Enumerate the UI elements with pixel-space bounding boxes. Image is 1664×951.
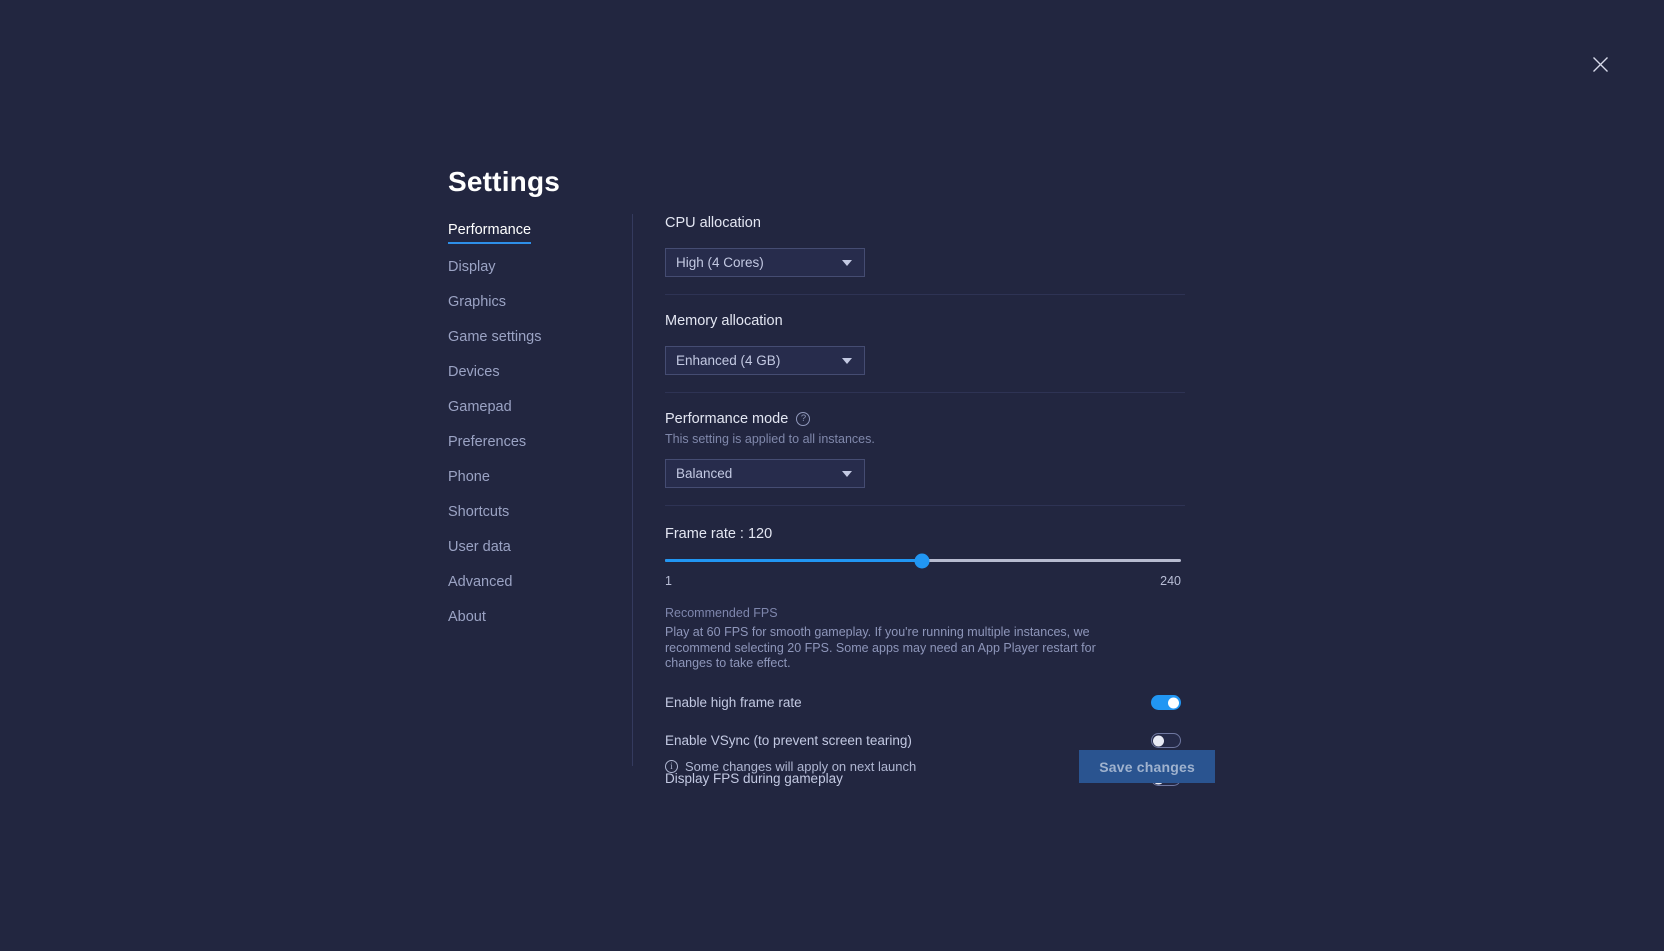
settings-window: Settings Performance Display Graphics Ga… <box>0 0 1664 951</box>
performance-mode-label-text: Performance mode <box>665 410 788 428</box>
cpu-allocation-select[interactable]: High (4 Cores) <box>665 248 865 277</box>
sidebar-item-label: Graphics <box>448 294 506 310</box>
recommended-fps-body: Play at 60 FPS for smooth gameplay. If y… <box>665 625 1145 672</box>
next-launch-note-text: Some changes will apply on next launch <box>685 759 916 774</box>
performance-mode-sublabel: This setting is applied to all instances… <box>665 431 1185 447</box>
sidebar-item-devices[interactable]: Devices <box>448 364 500 384</box>
frame-rate-slider[interactable] <box>665 559 1181 563</box>
settings-sidebar: Performance Display Graphics Game settin… <box>448 222 598 644</box>
cpu-allocation-value: High (4 Cores) <box>676 255 764 270</box>
toggle-label: Enable VSync (to prevent screen tearing) <box>665 733 912 748</box>
footer-bar: i Some changes will apply on next launch… <box>665 750 1215 783</box>
toggle-vsync[interactable] <box>1151 733 1181 748</box>
memory-allocation-value: Enhanced (4 GB) <box>676 353 780 368</box>
cpu-allocation-label: CPU allocation <box>665 214 1185 232</box>
memory-allocation-label: Memory allocation <box>665 312 1185 330</box>
performance-mode-section: Performance mode ? This setting is appli… <box>665 393 1185 506</box>
slider-fill <box>665 559 922 562</box>
slider-range-labels: 1 240 <box>665 574 1181 588</box>
sidebar-item-label: Performance <box>448 222 531 238</box>
sidebar-item-label: Shortcuts <box>448 504 509 520</box>
memory-allocation-select[interactable]: Enhanced (4 GB) <box>665 346 865 375</box>
performance-mode-select[interactable]: Balanced <box>665 459 865 488</box>
frame-rate-section: Frame rate : 120 1 240 Recommended FPS P… <box>665 506 1185 792</box>
sidebar-item-preferences[interactable]: Preferences <box>448 434 526 454</box>
sidebar-item-label: Phone <box>448 469 490 485</box>
memory-allocation-section: Memory allocation Enhanced (4 GB) <box>665 295 1185 393</box>
sidebar-item-label: Preferences <box>448 434 526 450</box>
performance-panel: CPU allocation High (4 Cores) Memory all… <box>665 214 1185 792</box>
slider-thumb[interactable] <box>914 554 929 569</box>
performance-mode-value: Balanced <box>676 466 732 481</box>
sidebar-item-label: User data <box>448 539 511 555</box>
sidebar-item-label: Gamepad <box>448 399 512 415</box>
toggle-knob <box>1168 697 1179 708</box>
sidebar-item-game-settings[interactable]: Game settings <box>448 329 542 349</box>
performance-mode-label: Performance mode ? <box>665 410 1185 428</box>
sidebar-item-label: Advanced <box>448 574 513 590</box>
save-changes-button[interactable]: Save changes <box>1079 750 1215 783</box>
sidebar-item-label: About <box>448 609 486 625</box>
slider-min-label: 1 <box>665 574 672 588</box>
sidebar-item-label: Display <box>448 259 496 275</box>
chevron-down-icon <box>842 471 852 477</box>
toggle-high-frame-rate[interactable] <box>1151 695 1181 710</box>
sidebar-item-display[interactable]: Display <box>448 259 496 279</box>
chevron-down-icon <box>842 358 852 364</box>
toggle-knob <box>1153 735 1164 746</box>
close-button[interactable] <box>1584 48 1616 80</box>
next-launch-note: i Some changes will apply on next launch <box>665 759 916 774</box>
sidebar-divider <box>632 214 633 766</box>
close-icon <box>1592 56 1609 73</box>
sidebar-item-gamepad[interactable]: Gamepad <box>448 399 512 419</box>
frame-rate-label: Frame rate : 120 <box>665 526 1185 542</box>
sidebar-item-advanced[interactable]: Advanced <box>448 574 513 594</box>
sidebar-item-phone[interactable]: Phone <box>448 469 490 489</box>
cpu-allocation-section: CPU allocation High (4 Cores) <box>665 214 1185 295</box>
sidebar-item-user-data[interactable]: User data <box>448 539 511 559</box>
recommended-fps-title: Recommended FPS <box>665 605 1185 621</box>
page-title: Settings <box>448 166 560 198</box>
sidebar-item-label: Devices <box>448 364 500 380</box>
slider-max-label: 240 <box>1160 574 1181 588</box>
question-mark-circle-icon[interactable]: ? <box>796 412 810 426</box>
sidebar-item-about[interactable]: About <box>448 609 486 629</box>
sidebar-item-shortcuts[interactable]: Shortcuts <box>448 504 509 524</box>
chevron-down-icon <box>842 260 852 266</box>
toggle-row-high-frame-rate: Enable high frame rate <box>665 690 1181 716</box>
info-circle-icon: i <box>665 760 678 773</box>
toggle-label: Enable high frame rate <box>665 695 802 710</box>
sidebar-item-graphics[interactable]: Graphics <box>448 294 506 314</box>
sidebar-item-label: Game settings <box>448 329 542 345</box>
sidebar-item-performance[interactable]: Performance <box>448 222 531 244</box>
